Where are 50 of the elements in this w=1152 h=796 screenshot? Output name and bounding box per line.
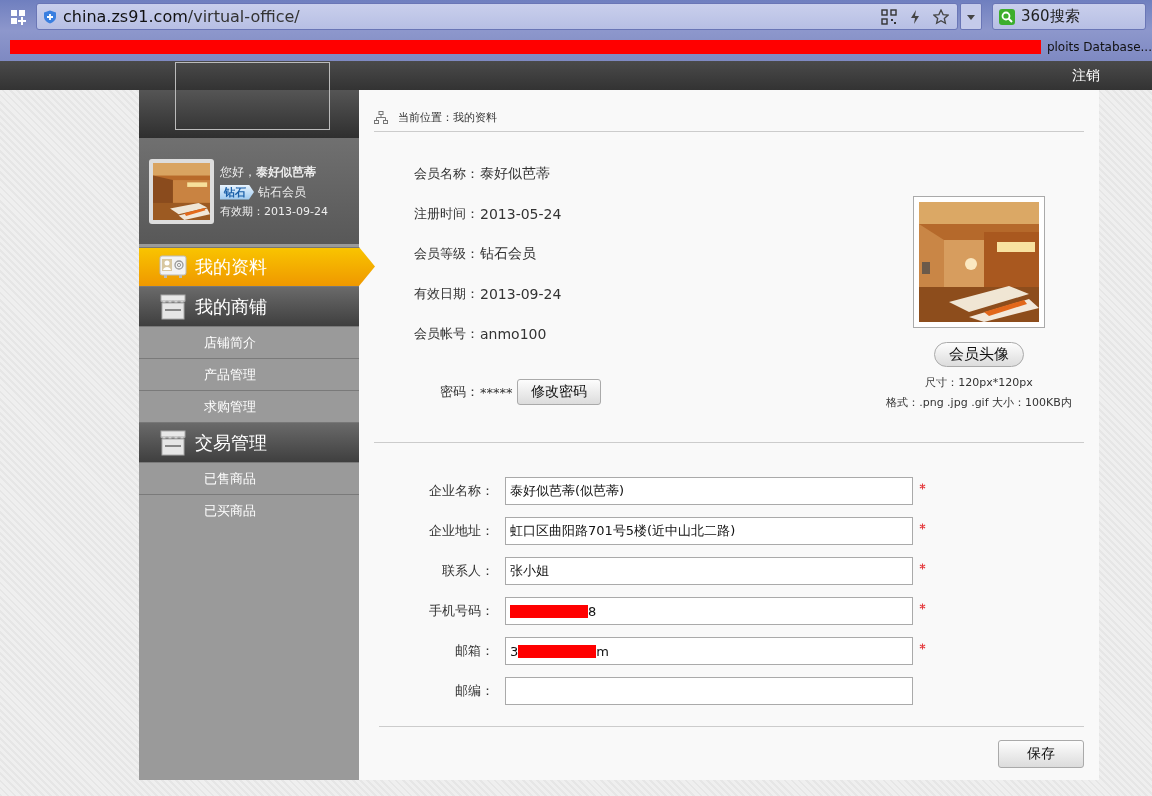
field-label: 企业地址： xyxy=(428,522,495,540)
field-value: 钻石会员 xyxy=(480,245,536,263)
menu-item[interactable]: 交易管理 xyxy=(139,422,359,462)
input-field[interactable]: 3 m xyxy=(505,637,913,665)
field-label: 联系人： xyxy=(441,562,495,580)
dropdown-button[interactable] xyxy=(960,3,982,30)
search-icon xyxy=(999,8,1015,25)
field-label: 会员帐号： xyxy=(413,325,480,343)
field-value: 2013-05-24 xyxy=(480,206,562,222)
contact-card-icon xyxy=(159,254,187,280)
field-value: anmo100 xyxy=(480,326,547,342)
format-note: 格式：.png .jpg .gif 大小：100KB内 xyxy=(886,395,1072,411)
shield-icon xyxy=(43,9,57,24)
field-value: 2013-09-24 xyxy=(480,286,562,302)
expiry-date: 有效期：2013-09-24 xyxy=(220,203,328,219)
field-label: 邮箱： xyxy=(454,642,495,660)
shop-awning-icon xyxy=(159,429,187,456)
field-label: 会员名称： xyxy=(413,165,480,183)
field-label: 会员等级： xyxy=(413,245,480,263)
level-badge: 钻石 xyxy=(220,184,254,200)
menu-item[interactable]: 我的商铺 xyxy=(139,286,359,326)
input-field[interactable]: 8 xyxy=(505,597,913,625)
search-field[interactable]: 360搜索 xyxy=(992,3,1146,30)
field-label: 邮编： xyxy=(454,682,495,700)
change-password-button[interactable]: 修改密码 xyxy=(516,379,601,405)
address-bar[interactable]: china.zs91.com/virtual-office/ xyxy=(36,3,958,30)
bookmark-link[interactable]: ploits Database... xyxy=(1046,40,1152,54)
apps-grid-icon[interactable] xyxy=(10,8,26,25)
qr-code-icon[interactable] xyxy=(881,8,897,25)
member-level: 钻石会员 xyxy=(258,183,306,201)
input-field[interactable] xyxy=(505,677,913,705)
greeting-text: 您好，泰好似芭蒂 xyxy=(220,163,317,181)
logout-link[interactable]: 注销 xyxy=(1072,66,1100,85)
input-field[interactable]: 泰好似芭蒂(似芭蒂) xyxy=(505,477,913,505)
field-label: 企业名称： xyxy=(428,482,495,500)
sitemap-icon xyxy=(374,111,388,125)
star-icon[interactable] xyxy=(933,8,949,25)
shop-awning-icon xyxy=(159,293,187,320)
save-button[interactable]: 保存 xyxy=(998,740,1084,768)
field-label: 注册时间： xyxy=(413,205,480,223)
avatar-upload-button[interactable]: 会员头像 xyxy=(934,342,1024,367)
input-field[interactable]: 张小姐 xyxy=(505,557,913,585)
breadcrumb: 当前位置：我的资料 xyxy=(398,110,497,125)
input-field[interactable]: 虹口区曲阳路701号5楼(近中山北二路) xyxy=(505,517,913,545)
field-label: 密码： xyxy=(439,383,480,401)
field-value: 泰好似芭蒂 xyxy=(480,165,550,183)
field-label: 手机号码： xyxy=(428,602,495,620)
password-value: ***** xyxy=(480,384,513,400)
size-note: 尺寸：120px*120px xyxy=(925,375,1033,391)
field-label: 有效日期： xyxy=(413,285,480,303)
